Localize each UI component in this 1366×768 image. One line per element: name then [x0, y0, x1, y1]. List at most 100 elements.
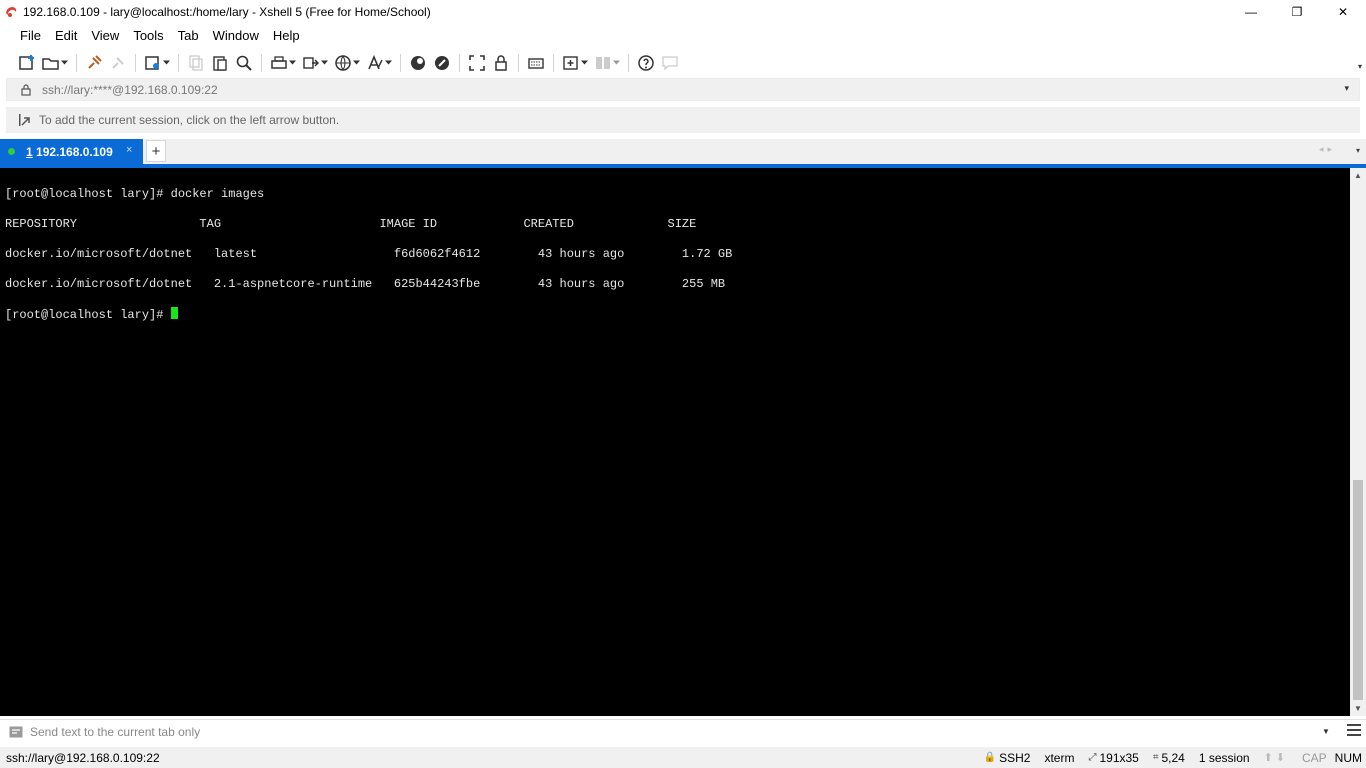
- menu-edit[interactable]: Edit: [48, 25, 84, 47]
- chat-button[interactable]: [658, 51, 682, 75]
- menu-window[interactable]: Window: [206, 25, 266, 47]
- scrollbar-thumb[interactable]: [1353, 480, 1363, 700]
- add-session-arrow-icon[interactable]: [17, 113, 33, 127]
- chevron-down-icon: [581, 54, 588, 72]
- transfer-arrows-icon: ⬆⬇: [1263, 752, 1288, 764]
- terminal-line: docker.io/microsoft/dotnet latest f6d606…: [5, 247, 733, 261]
- terminal-cursor: [170, 307, 178, 319]
- send-text-input[interactable]: [30, 721, 1300, 742]
- toolbar-separator: [178, 54, 179, 72]
- status-num: NUM: [1334, 750, 1362, 765]
- menu-tab[interactable]: Tab: [171, 25, 206, 47]
- tab-label: 1 192.168.0.109: [26, 145, 113, 159]
- menu-help[interactable]: Help: [266, 25, 307, 47]
- terminal-scrollbar[interactable]: ▲ ▼: [1350, 168, 1366, 716]
- xmanager-button[interactable]: [430, 51, 454, 75]
- minimize-button[interactable]: —: [1228, 0, 1274, 24]
- scroll-down-icon[interactable]: ▼: [1354, 704, 1362, 713]
- tab-192-168-0-109[interactable]: 1 192.168.0.109 ×: [0, 139, 143, 164]
- session-info-text: To add the current session, click on the…: [39, 113, 340, 127]
- address-text[interactable]: ssh://lary:****@192.168.0.109:22: [42, 83, 218, 97]
- layout-button[interactable]: [591, 51, 623, 75]
- menu-view[interactable]: View: [84, 25, 126, 47]
- menu-file[interactable]: File: [13, 25, 48, 47]
- status-bar: ssh://lary@192.168.0.109:22 🔒 SSH2 xterm …: [0, 747, 1366, 768]
- fullscreen-button[interactable]: [465, 51, 489, 75]
- chevron-down-icon: [289, 54, 296, 72]
- status-connection: ssh://lary@192.168.0.109:22: [6, 750, 160, 765]
- font-icon: [368, 54, 383, 70]
- chevron-down-icon[interactable]: ▾: [1344, 83, 1349, 94]
- terminal-screen[interactable]: [root@localhost lary]# docker images REP…: [0, 168, 1350, 716]
- paste-button[interactable]: [208, 51, 232, 75]
- status-cursor-position: ⌗ 5,24: [1153, 751, 1185, 765]
- folder-open-icon: [42, 58, 59, 70]
- unplug-icon: [112, 57, 124, 69]
- tab-list-chevron-icon[interactable]: ▾: [1356, 146, 1360, 155]
- font-button[interactable]: [363, 51, 395, 75]
- status-cursor-text: 5,24: [1161, 750, 1185, 765]
- compose-icon[interactable]: [9, 726, 23, 738]
- keyboard-icon: [528, 58, 544, 69]
- toolbar-separator: [135, 54, 136, 72]
- toolbar-separator: [518, 54, 519, 72]
- globe-icon: [335, 55, 351, 71]
- chevron-down-icon: [61, 54, 68, 72]
- resize-icon: ⤢: [1088, 752, 1097, 763]
- tab-number: 1: [26, 144, 33, 159]
- tab-scroll-arrows-icon[interactable]: ◂▸: [1319, 144, 1336, 155]
- properties-button[interactable]: [141, 51, 173, 75]
- open-session-button[interactable]: [39, 51, 71, 75]
- lock-icon: [21, 83, 37, 96]
- disconnect-button[interactable]: [106, 51, 130, 75]
- terminal-line: REPOSITORY TAG IMAGE ID CREATED SIZE: [5, 217, 697, 231]
- status-protocol-text: SSH2: [999, 750, 1031, 765]
- title-bar: 192.168.0.109 - lary@localhost:/home/lar…: [0, 0, 1366, 24]
- keyboard-button[interactable]: [524, 51, 548, 75]
- menu-icon[interactable]: [1347, 724, 1361, 736]
- plug-icon: [88, 55, 102, 69]
- fullscreen-icon: [469, 55, 485, 71]
- toolbar-separator: [553, 54, 554, 72]
- xmanager-icon: [435, 56, 449, 70]
- toolbar-separator: [261, 54, 262, 72]
- terminal-line: [root@localhost lary]# docker images: [5, 187, 265, 201]
- add-tab-button[interactable]: +: [146, 140, 166, 162]
- scroll-up-icon[interactable]: ▲: [1354, 171, 1362, 180]
- copy-button[interactable]: [184, 51, 208, 75]
- status-sessions: 1 session: [1198, 750, 1250, 765]
- terminal-line: docker.io/microsoft/dotnet 2.1-aspnetcor…: [5, 277, 726, 291]
- reconnect-button[interactable]: [82, 51, 106, 75]
- transfer-button[interactable]: [299, 51, 331, 75]
- chevron-down-icon: [321, 54, 328, 72]
- help-button[interactable]: [634, 51, 658, 75]
- tab-close-icon[interactable]: ×: [126, 144, 132, 156]
- tab-bar: 1 192.168.0.109 × + ◂▸ ▾: [0, 139, 1366, 164]
- chevron-down-icon[interactable]: ▼: [1322, 727, 1330, 736]
- lock-button[interactable]: [489, 51, 513, 75]
- toolbar-separator: [459, 54, 460, 72]
- toolbar: ▾: [0, 48, 1366, 78]
- status-cap: CAP: [1301, 750, 1327, 765]
- paste-icon: [213, 56, 227, 71]
- xshell-logo-icon: [4, 5, 18, 19]
- connected-status-icon: [8, 148, 15, 155]
- status-protocol: 🔒 SSH2: [984, 751, 1031, 765]
- menu-tools[interactable]: Tools: [126, 25, 170, 47]
- print-button[interactable]: [267, 51, 299, 75]
- new-tab-button[interactable]: [559, 51, 591, 75]
- menu-bar: File Edit View Tools Tab Window Help: [0, 24, 1366, 48]
- close-button[interactable]: ✕: [1320, 0, 1366, 24]
- address-bar[interactable]: ssh://lary:****@192.168.0.109:22 ▾: [6, 78, 1360, 101]
- xftp-button[interactable]: [406, 51, 430, 75]
- terminal-prompt-line: [root@localhost lary]#: [5, 307, 1350, 322]
- find-button[interactable]: [232, 51, 256, 75]
- restore-button[interactable]: ❐: [1274, 0, 1320, 24]
- transfer-icon: [303, 57, 319, 69]
- properties-icon: [145, 56, 159, 70]
- encoding-button[interactable]: [331, 51, 363, 75]
- status-size-text: 191x35: [1099, 750, 1139, 765]
- new-session-button[interactable]: [15, 51, 39, 75]
- toolbar-overflow-icon[interactable]: ▾: [1358, 62, 1362, 71]
- chat-icon: [662, 56, 678, 71]
